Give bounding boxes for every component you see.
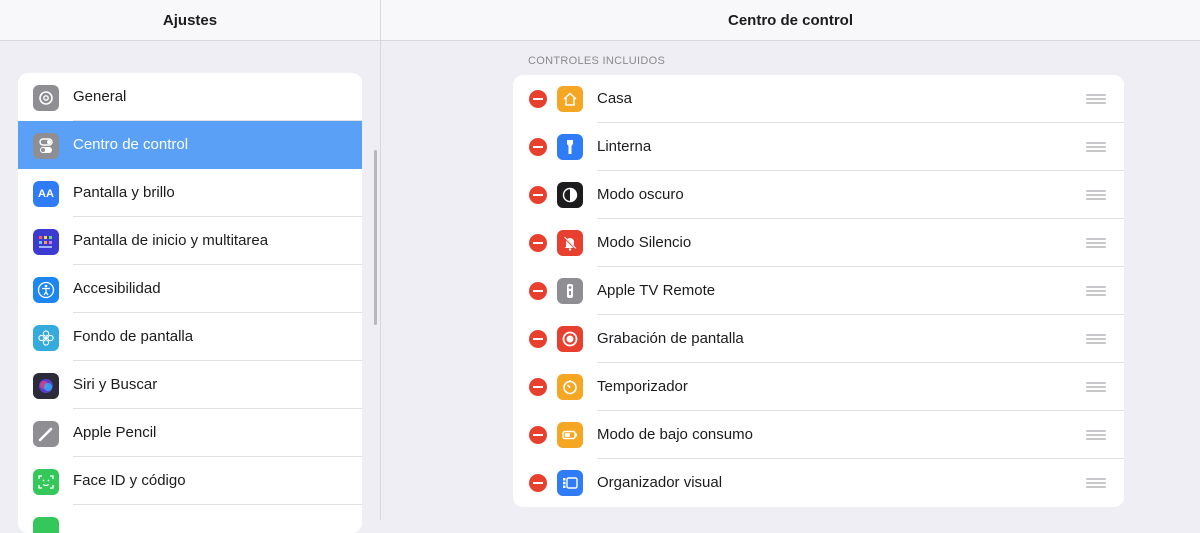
control-row-home[interactable]: Casa: [513, 75, 1124, 123]
control-label: Organizador visual: [597, 474, 723, 491]
reorder-handle[interactable]: [1086, 334, 1106, 344]
control-row-silent-mode[interactable]: Modo Silencio: [513, 219, 1124, 267]
timer-icon: [557, 374, 583, 400]
control-label: Apple TV Remote: [597, 282, 716, 299]
sidebar-scrollbar[interactable]: [374, 150, 377, 325]
sidebar-item-label: Apple Pencil: [73, 424, 157, 441]
sidebar-item-control-center[interactable]: Centro de control: [18, 121, 362, 169]
reorder-handle[interactable]: [1086, 382, 1106, 392]
sidebar-item-label: Centro de control: [73, 136, 189, 153]
text-size-icon: AA: [33, 181, 59, 207]
sidebar-item-wallpaper[interactable]: Fondo de pantalla: [18, 313, 362, 361]
remove-button[interactable]: [529, 138, 547, 156]
top-bar: Ajustes Centro de control: [0, 0, 1200, 41]
control-row-apple-tv-remote[interactable]: Apple TV Remote: [513, 267, 1124, 315]
flower-icon: [33, 325, 59, 351]
reorder-handle[interactable]: [1086, 190, 1106, 200]
page-title: Centro de control: [727, 11, 853, 29]
sidebar-title: Ajustes: [162, 11, 218, 29]
control-label: Modo Silencio: [597, 234, 692, 251]
sidebar-item-display[interactable]: AA Pantalla y brillo: [18, 169, 362, 217]
control-label: Modo oscuro: [597, 186, 684, 203]
reorder-handle[interactable]: [1086, 238, 1106, 248]
control-label: Casa: [597, 90, 633, 107]
remove-button[interactable]: [529, 282, 547, 300]
sidebar-item-general[interactable]: General: [18, 73, 362, 121]
stage-manager-icon: [557, 470, 583, 496]
sidebar-item-next[interactable]: [18, 505, 362, 533]
control-row-low-power-mode[interactable]: Modo de bajo consumo: [513, 411, 1124, 459]
remove-button[interactable]: [529, 378, 547, 396]
home-icon: [557, 86, 583, 112]
siri-icon: [33, 373, 59, 399]
reorder-handle[interactable]: [1086, 430, 1106, 440]
remove-button[interactable]: [529, 186, 547, 204]
flashlight-icon: [557, 134, 583, 160]
control-label: Grabación de pantalla: [597, 330, 744, 347]
sidebar-item-face-id[interactable]: Face ID y código: [18, 457, 362, 505]
face-id-icon: [33, 469, 59, 495]
reorder-handle[interactable]: [1086, 286, 1106, 296]
section-header: CONTROLES INCLUIDOS: [528, 55, 666, 67]
sidebar-item-label: Face ID y código: [73, 472, 186, 489]
record-icon: [557, 326, 583, 352]
gear-icon: [33, 85, 59, 111]
reorder-handle[interactable]: [1086, 142, 1106, 152]
control-row-flashlight[interactable]: Linterna: [513, 123, 1124, 171]
remove-button[interactable]: [529, 330, 547, 348]
remove-button[interactable]: [529, 426, 547, 444]
sidebar-item-label: Accesibilidad: [73, 280, 161, 297]
included-controls-list: Casa Linterna Modo oscuro Modo Silencio: [513, 75, 1124, 507]
control-label: Linterna: [597, 138, 652, 155]
control-label: Temporizador: [597, 378, 688, 395]
remote-icon: [557, 278, 583, 304]
bell-slash-icon: [557, 230, 583, 256]
sidebar-item-apple-pencil[interactable]: Apple Pencil: [18, 409, 362, 457]
sidebar-item-accessibility[interactable]: Accesibilidad: [18, 265, 362, 313]
sidebar-item-label: Pantalla y brillo: [73, 184, 175, 201]
reorder-handle[interactable]: [1086, 94, 1106, 104]
sidebar-item-siri[interactable]: Siri y Buscar: [18, 361, 362, 409]
sidebar-item-label: Fondo de pantalla: [73, 328, 194, 345]
pencil-icon: [33, 421, 59, 447]
sos-icon: [33, 517, 59, 533]
control-label: Modo de bajo consumo: [597, 426, 753, 443]
remove-button[interactable]: [529, 90, 547, 108]
sidebar-item-label: Siri y Buscar: [73, 376, 158, 393]
dark-mode-icon: [557, 182, 583, 208]
sidebar-item-home-screen[interactable]: Pantalla de inicio y multitarea: [18, 217, 362, 265]
remove-button[interactable]: [529, 474, 547, 492]
toggles-icon: [33, 133, 59, 159]
sidebar-list: General Centro de control AA Pantalla y …: [18, 73, 362, 533]
control-row-screen-recording[interactable]: Grabación de pantalla: [513, 315, 1124, 363]
battery-icon: [557, 422, 583, 448]
accessibility-icon: [33, 277, 59, 303]
reorder-handle[interactable]: [1086, 478, 1106, 488]
control-row-timer[interactable]: Temporizador: [513, 363, 1124, 411]
control-row-stage-manager[interactable]: Organizador visual: [513, 459, 1124, 507]
sidebar-item-label: Pantalla de inicio y multitarea: [73, 232, 269, 249]
sidebar-item-label: General: [73, 88, 127, 105]
home-grid-icon: [33, 229, 59, 255]
split-divider: [380, 0, 381, 520]
remove-button[interactable]: [529, 234, 547, 252]
control-row-dark-mode[interactable]: Modo oscuro: [513, 171, 1124, 219]
